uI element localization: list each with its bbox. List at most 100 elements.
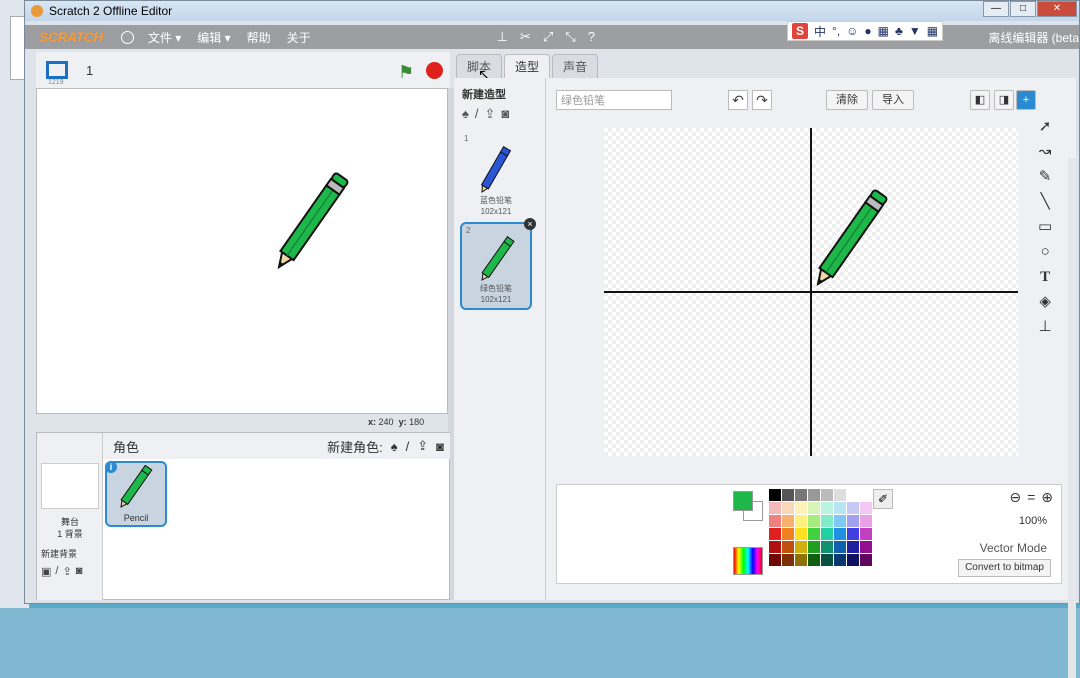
- palette-swatch[interactable]: [821, 515, 833, 527]
- costume-name-input[interactable]: [556, 90, 672, 110]
- stage-thumbnail[interactable]: [41, 463, 99, 509]
- sprite-tile-pencil[interactable]: i Pencil: [105, 461, 167, 527]
- palette-swatch[interactable]: [795, 528, 807, 540]
- palette-swatch[interactable]: [769, 502, 781, 514]
- zoom-in-icon[interactable]: ⊕: [1041, 489, 1053, 506]
- palette-swatch[interactable]: [860, 515, 872, 527]
- palette-swatch[interactable]: [808, 528, 820, 540]
- palette-swatch[interactable]: [808, 554, 820, 566]
- zoom-out-icon[interactable]: ⊖: [1009, 489, 1021, 506]
- grow-icon[interactable]: ⤢: [543, 29, 553, 45]
- stage-canvas[interactable]: [36, 88, 448, 414]
- redo-icon[interactable]: ↷: [752, 90, 772, 110]
- palette-swatch[interactable]: [769, 554, 781, 566]
- maximize-button[interactable]: □: [1010, 1, 1036, 17]
- grid-icon[interactable]: ▦: [927, 24, 938, 38]
- palette-swatch[interactable]: [821, 489, 833, 501]
- color-picker-icon[interactable]: [733, 547, 763, 575]
- palette-swatch[interactable]: [847, 554, 859, 566]
- stamp-tool-icon[interactable]: ⊥: [1039, 318, 1052, 336]
- paint-costume-icon[interactable]: /: [475, 106, 479, 122]
- palette-swatch[interactable]: [795, 554, 807, 566]
- upload-backdrop-icon[interactable]: ⇪: [62, 565, 71, 578]
- palette-swatch[interactable]: [769, 489, 781, 501]
- tab-costumes[interactable]: 造型: [504, 54, 551, 78]
- stage-pencil-sprite[interactable]: [37, 89, 449, 415]
- camera-backdrop-icon[interactable]: ◙: [76, 565, 83, 578]
- rectangle-tool-icon[interactable]: ▭: [1038, 218, 1052, 236]
- primary-color-swatch[interactable]: [733, 491, 753, 511]
- palette-swatch[interactable]: [795, 515, 807, 527]
- emoji-icon[interactable]: ☺: [846, 24, 858, 38]
- palette-swatch[interactable]: [769, 515, 781, 527]
- shrink-icon[interactable]: ⤡: [565, 29, 575, 45]
- palette-swatch[interactable]: [808, 515, 820, 527]
- palette-swatch[interactable]: [860, 554, 872, 566]
- text-tool-icon[interactable]: T: [1040, 268, 1050, 286]
- palette-swatch[interactable]: [821, 554, 833, 566]
- select-tool-icon[interactable]: ➚: [1039, 118, 1052, 136]
- eyedropper-icon[interactable]: ✐: [873, 489, 893, 509]
- camera-costume-icon[interactable]: ◙: [501, 106, 509, 122]
- palette-swatch[interactable]: [782, 489, 794, 501]
- green-flag-icon[interactable]: ⚑: [398, 62, 414, 83]
- canvas-pencil[interactable]: [604, 128, 1018, 456]
- palette-swatch[interactable]: [834, 554, 846, 566]
- fullscreen-icon[interactable]: [46, 61, 68, 79]
- palette-swatch[interactable]: [808, 502, 820, 514]
- menu-file[interactable]: 文件 ▾: [148, 29, 181, 46]
- editor-scrollbar[interactable]: [1068, 158, 1076, 678]
- undo-icon[interactable]: ↶: [728, 90, 748, 110]
- flip-vertical-icon[interactable]: ◨: [994, 90, 1014, 110]
- language-globe-icon[interactable]: [120, 30, 134, 44]
- palette-swatch[interactable]: [834, 541, 846, 553]
- zoom-reset-icon[interactable]: =: [1027, 489, 1035, 506]
- sogou-s-icon[interactable]: S: [792, 23, 808, 39]
- palette-swatch[interactable]: [847, 502, 859, 514]
- palette-swatch[interactable]: [834, 515, 846, 527]
- palette-swatch[interactable]: [782, 528, 794, 540]
- tab-sounds[interactable]: 声音: [552, 54, 599, 78]
- menu-help[interactable]: 帮助: [247, 29, 271, 46]
- palette-swatch[interactable]: [782, 515, 794, 527]
- costume-tile-2[interactable]: 2 × 绿色铅笔 102x121: [460, 218, 536, 310]
- palette-swatch[interactable]: [860, 528, 872, 540]
- scratch-logo[interactable]: SCRATCH: [39, 29, 103, 45]
- ellipse-tool-icon[interactable]: ○: [1041, 243, 1050, 261]
- clear-button[interactable]: 清除: [826, 90, 868, 110]
- palette-swatch[interactable]: [860, 489, 872, 501]
- backdrop-library-icon[interactable]: ▣: [41, 565, 51, 578]
- stop-button[interactable]: [426, 62, 443, 79]
- pencil-tool-icon[interactable]: ✎: [1039, 168, 1052, 186]
- delete-cut-icon[interactable]: ✂: [520, 29, 531, 45]
- costume-library-icon[interactable]: ♠: [462, 106, 469, 122]
- palette-swatch[interactable]: [847, 541, 859, 553]
- palette-swatch[interactable]: [782, 541, 794, 553]
- duplicate-stamp-icon[interactable]: ⊥: [497, 29, 508, 45]
- import-button[interactable]: 导入: [872, 90, 914, 110]
- reshape-tool-icon[interactable]: ↝: [1039, 143, 1052, 161]
- close-button[interactable]: ✕: [1037, 1, 1077, 17]
- paint-canvas[interactable]: [604, 128, 1018, 456]
- palette-swatch[interactable]: [808, 541, 820, 553]
- palette-swatch[interactable]: [847, 489, 859, 501]
- palette-swatch[interactable]: [795, 489, 807, 501]
- upload-costume-icon[interactable]: ⇪: [485, 106, 496, 122]
- set-center-icon[interactable]: +: [1016, 90, 1036, 110]
- palette-swatch[interactable]: [769, 528, 781, 540]
- palette-swatch[interactable]: [769, 541, 781, 553]
- menu-about[interactable]: 关于: [287, 29, 311, 46]
- palette-swatch[interactable]: [834, 502, 846, 514]
- sprite-library-icon[interactable]: ♠: [391, 439, 398, 454]
- palette-swatch[interactable]: [847, 515, 859, 527]
- palette-swatch[interactable]: [808, 489, 820, 501]
- delete-costume-icon[interactable]: ×: [524, 218, 536, 230]
- costume-tile-1[interactable]: 1 蓝色铅笔 102x121: [460, 132, 532, 220]
- palette-swatch[interactable]: [834, 528, 846, 540]
- ime-punct[interactable]: °,: [832, 24, 840, 38]
- palette-swatch[interactable]: [795, 502, 807, 514]
- paint-sprite-icon[interactable]: /: [406, 439, 410, 454]
- flip-horizontal-icon[interactable]: ◧: [970, 90, 990, 110]
- paint-backdrop-icon[interactable]: /: [55, 565, 58, 578]
- palette-swatch[interactable]: [795, 541, 807, 553]
